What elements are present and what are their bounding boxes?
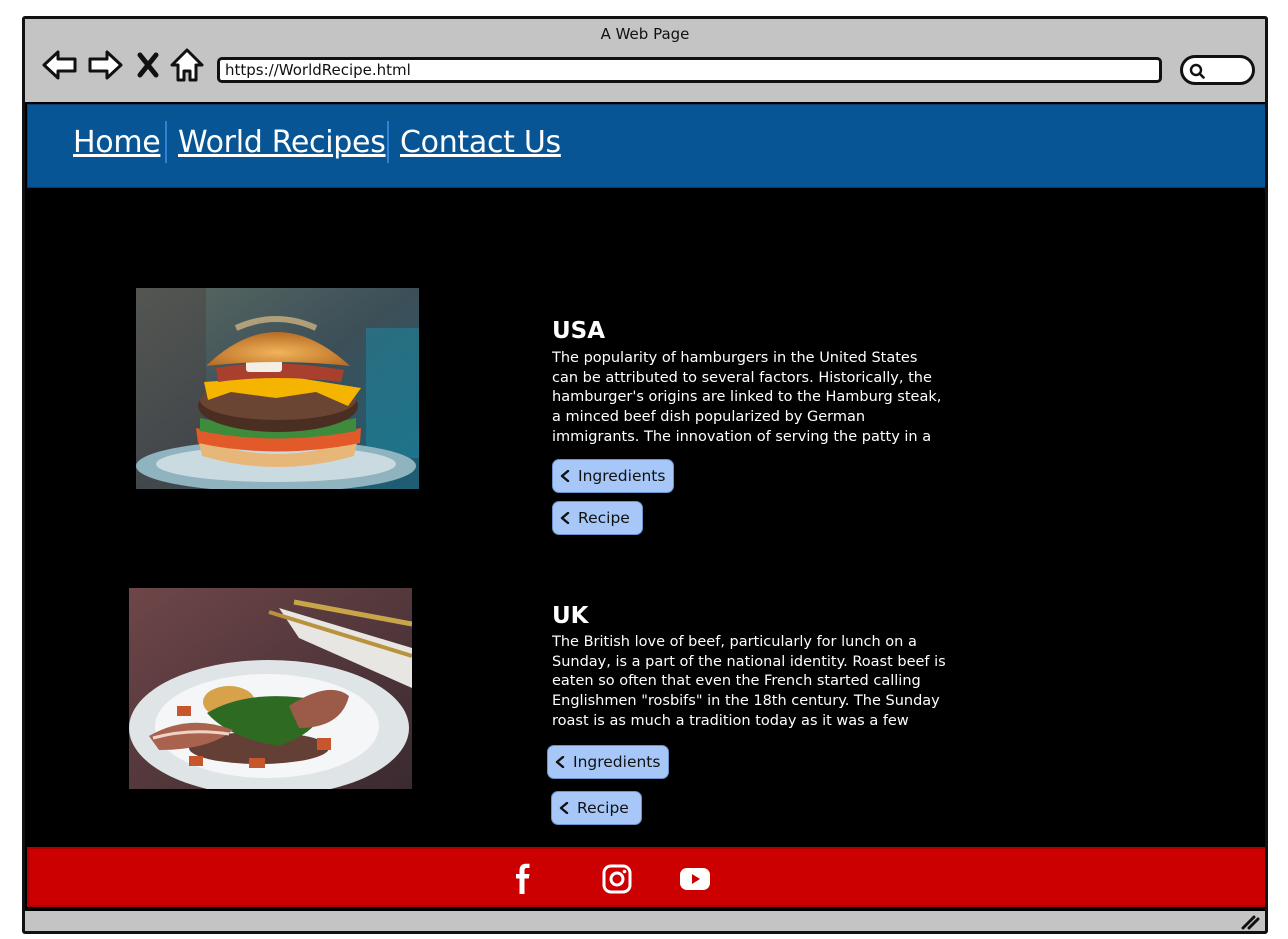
nav-divider (387, 121, 389, 163)
recipe-button-label: Recipe (577, 799, 629, 817)
recipe-button-label: Recipe (578, 509, 630, 527)
recipe-description: The popularity of hamburgers in the Unit… (552, 350, 942, 445)
address-bar[interactable]: https://WorldRecipe.html (217, 57, 1162, 83)
ingredients-button-label: Ingredients (573, 753, 661, 771)
hamburger-photo (136, 288, 419, 489)
resize-grip-icon[interactable] (1240, 914, 1260, 930)
instagram-icon[interactable] (601, 863, 633, 895)
top-navigation: Home World Recipes Contact Us (27, 104, 1265, 188)
status-bar (25, 911, 1265, 931)
window-title: A Web Page (600, 25, 690, 43)
close-x-icon[interactable] (131, 46, 165, 84)
ingredients-button[interactable]: Ingredients (547, 745, 669, 779)
forward-arrow-icon[interactable] (86, 46, 124, 84)
search-icon (1189, 63, 1205, 79)
chevron-left-icon (559, 802, 569, 814)
ingredients-button-label: Ingredients (578, 467, 666, 485)
nav-contact-us-link[interactable]: Contact Us (400, 125, 561, 160)
back-arrow-icon[interactable] (41, 46, 79, 84)
recipe-country-title: UK (552, 603, 589, 629)
youtube-icon[interactable] (679, 863, 711, 895)
recipe-button[interactable]: Recipe (551, 791, 642, 825)
home-icon[interactable] (168, 46, 206, 84)
recipe-button[interactable]: Recipe (552, 501, 643, 535)
chevron-left-icon (560, 512, 570, 524)
chevron-left-icon (560, 470, 570, 482)
browser-window: A Web Page https://WorldRecipe.html Home… (22, 16, 1268, 934)
nav-home-link[interactable]: Home (73, 125, 161, 160)
ingredients-button[interactable]: Ingredients (552, 459, 674, 493)
page-content: Home World Recipes Contact Us USA The po… (25, 102, 1265, 914)
browser-search-field[interactable] (1180, 55, 1255, 85)
roast-beef-plate-photo (129, 588, 412, 789)
chevron-left-icon (555, 756, 565, 768)
recipe-description: The British love of beef, particularly f… (552, 634, 946, 729)
recipe-country-title: USA (552, 318, 606, 344)
nav-world-recipes-link[interactable]: World Recipes (178, 125, 386, 160)
nav-divider (165, 121, 167, 163)
facebook-icon[interactable] (507, 863, 539, 895)
footer (27, 847, 1265, 907)
